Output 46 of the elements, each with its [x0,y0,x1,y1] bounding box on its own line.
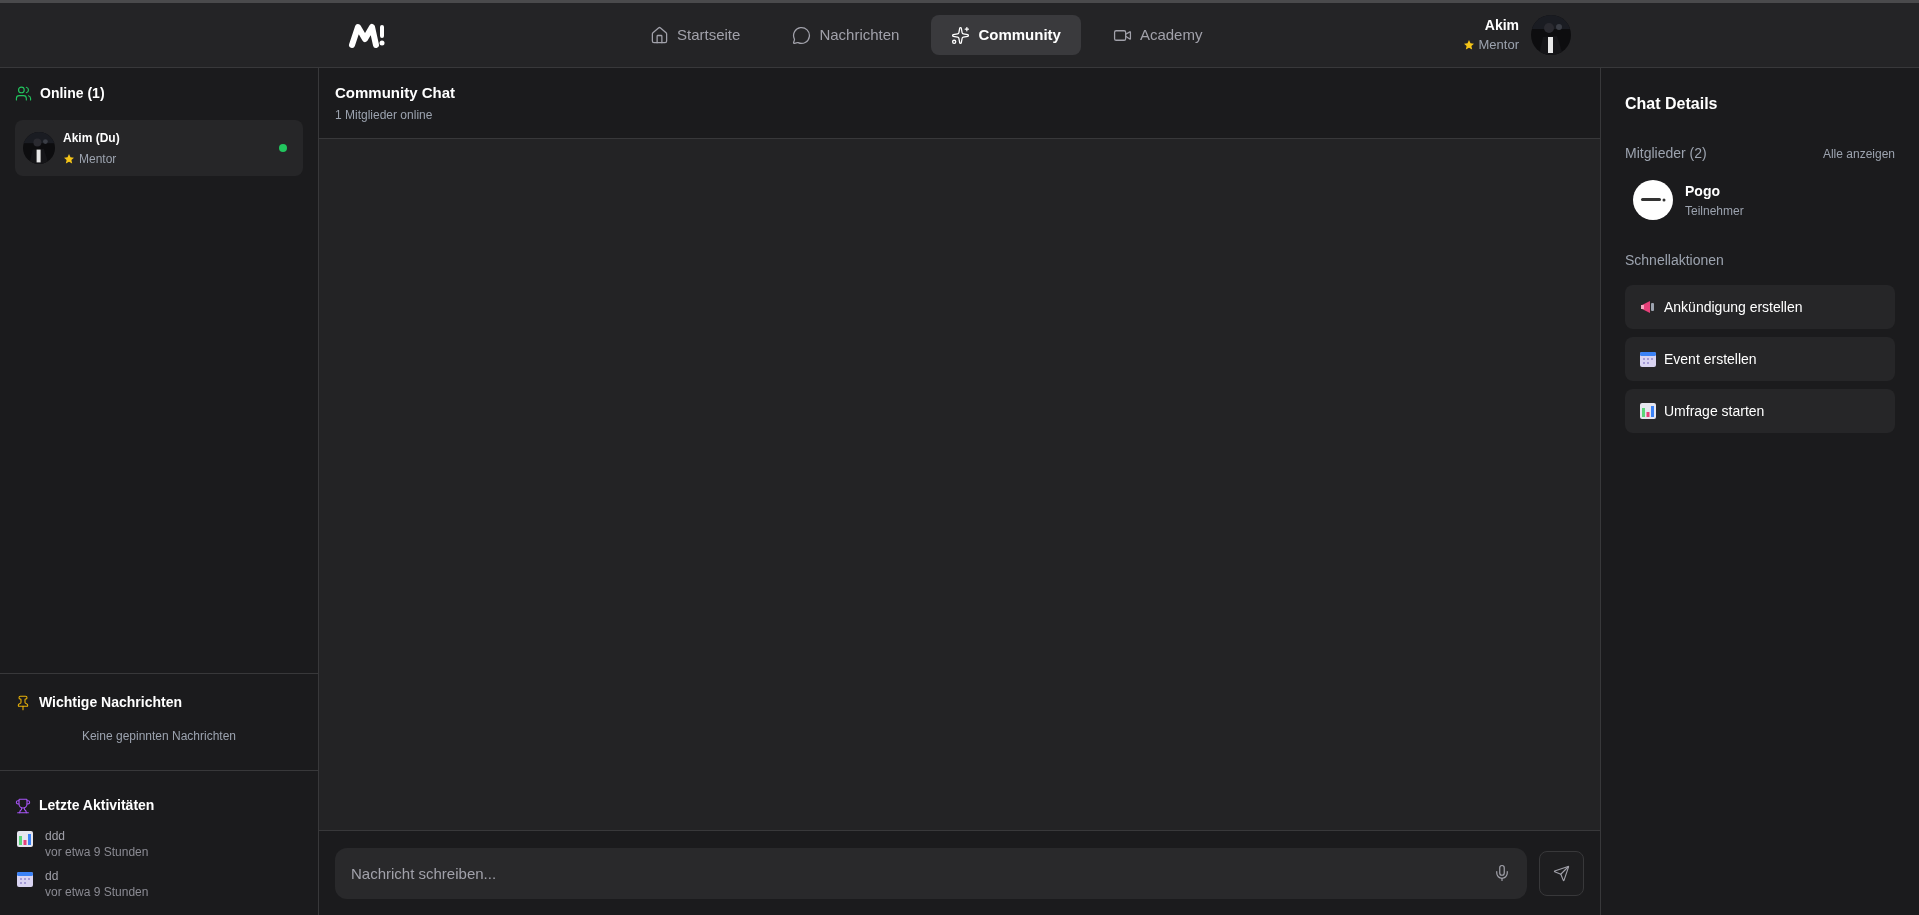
nav-tab[interactable]: Academy [1092,15,1223,55]
calendar-icon [17,871,33,887]
activity-title: ddd [45,828,67,844]
chat-title: Community Chat [335,82,456,103]
message-field[interactable]: Nachricht schreiben... [335,847,1527,899]
section-title: Wichtige Nachrichten [39,693,182,712]
show-all-link[interactable]: Alle anzeigen [1822,144,1895,163]
microphone-icon[interactable] [1493,863,1511,882]
home-icon [650,25,669,45]
user-name: Akim [1484,16,1519,36]
section-title: Online (1) [40,84,105,103]
quick-action-button[interactable]: Umfrage starten [1625,389,1895,433]
bar-chart-icon [17,831,33,847]
trophy-icon [15,797,31,814]
user-role: Mentor [1478,36,1519,55]
section-title: Letzte Aktivitäten [39,796,155,815]
activity-time: vor etwa 9 Stunden [45,844,149,860]
nav-tab[interactable]: Community [931,15,1081,55]
member-role: Mentor [79,150,117,168]
chat-subtitle: 1 Mitglieder online [335,107,434,125]
member-name: Pogo [1685,181,1721,201]
member-name: Akim (Du) [63,129,121,147]
quick-action-button[interactable]: Ankündigung erstellen [1625,285,1895,329]
actions-title: Schnellaktionen [1625,251,1725,270]
calendar-icon [1640,351,1656,367]
nav-tab[interactable]: Startseite [630,15,761,55]
users-icon [15,85,32,102]
star-icon [1462,39,1475,51]
sparkles-icon [951,25,971,45]
star-icon [63,152,75,165]
quick-action-button[interactable]: Event erstellen [1625,337,1895,381]
logo-icon[interactable] [348,21,386,49]
send-icon [1553,864,1570,882]
activity-time: vor etwa 9 Stunden [45,884,149,900]
chat-bubble-icon [792,25,812,45]
activity-title: dd [45,868,60,884]
send-button[interactable] [1539,850,1584,896]
empty-message: Keine gepinnten Nachrichten [81,728,237,745]
megaphone-icon [1640,299,1656,315]
member-card[interactable]: Akim (Du) Mentor [15,120,303,176]
panel-title: Chat Details [1625,94,1719,114]
nav-tab[interactable]: Nachrichten [772,15,920,55]
bar-chart-icon [1640,403,1656,419]
pin-icon [15,694,31,711]
members-title: Mitglieder (2) [1625,144,1707,163]
member-role: Teilnehmer [1685,202,1744,220]
